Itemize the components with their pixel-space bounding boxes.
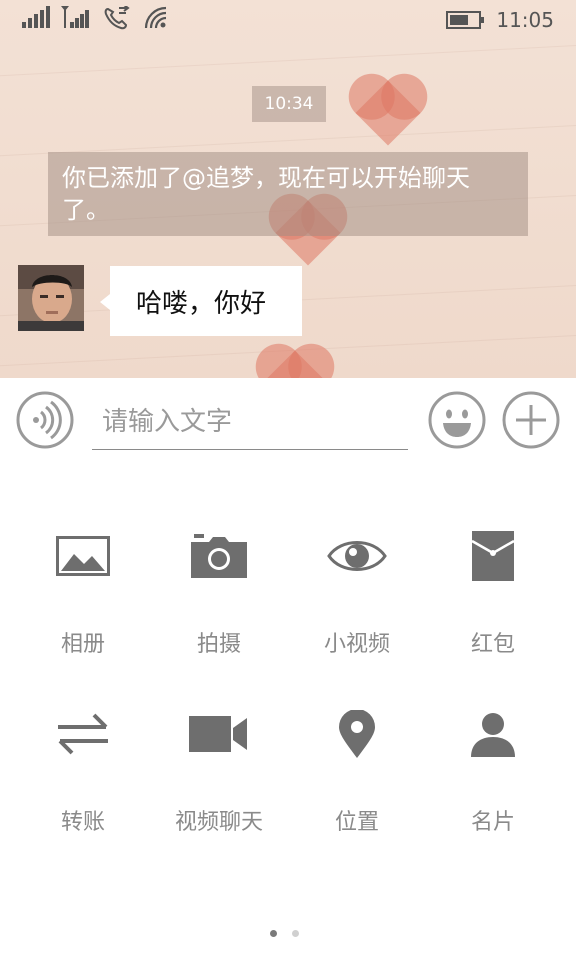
voice-input-icon[interactable] xyxy=(16,391,74,449)
clock: 11:05 xyxy=(496,8,554,32)
avatar-photo xyxy=(18,265,84,331)
transfer-button[interactable]: 转账 xyxy=(14,672,152,835)
message-input[interactable] xyxy=(92,394,408,450)
transfer-label: 转账 xyxy=(60,810,105,835)
short-video-button[interactable]: 小视频 xyxy=(288,494,426,657)
heart-decoration xyxy=(262,350,328,378)
red-packet-icon xyxy=(472,531,514,581)
incoming-message-bubble[interactable]: 哈喽，你好 xyxy=(100,266,302,336)
album-label: 相册 xyxy=(60,632,105,657)
message-text: 哈喽，你好 xyxy=(136,288,267,319)
message-timestamp: 10:34 xyxy=(252,86,326,122)
call-forward-icon xyxy=(104,6,130,30)
album-button[interactable]: 相册 xyxy=(14,494,152,657)
camera-button[interactable]: 拍摄 xyxy=(150,494,288,657)
page-dot-active[interactable] xyxy=(270,930,277,937)
more-panel: 相册 拍摄 小视频 红包 转账 视频聊天 位置 名片 xyxy=(0,468,576,960)
location-label: 位置 xyxy=(334,810,379,835)
wifi-icon xyxy=(144,6,167,29)
system-message: 你已添加了@追梦，现在可以开始聊天了。 xyxy=(48,152,528,236)
location-button[interactable]: 位置 xyxy=(288,672,426,835)
video-call-button[interactable]: 视频聊天 xyxy=(150,672,288,835)
video-call-label: 视频聊天 xyxy=(174,810,263,835)
contact-card-icon xyxy=(471,713,515,757)
video-camera-icon xyxy=(189,716,247,752)
camera-icon xyxy=(191,534,247,578)
plus-icon[interactable] xyxy=(502,391,560,449)
red-packet-button[interactable]: 红包 xyxy=(424,494,562,657)
eye-icon xyxy=(327,541,387,571)
emoji-icon[interactable] xyxy=(428,391,486,449)
input-bar xyxy=(0,378,576,468)
avatar[interactable] xyxy=(18,265,84,331)
location-pin-icon xyxy=(339,710,375,758)
signal-icon xyxy=(22,6,50,28)
page-dot[interactable] xyxy=(292,930,299,937)
status-bar: 11:05 xyxy=(0,0,576,40)
red-packet-label: 红包 xyxy=(470,632,515,657)
short-video-label: 小视频 xyxy=(323,632,390,657)
contact-card-button[interactable]: 名片 xyxy=(424,672,562,835)
contact-card-label: 名片 xyxy=(470,810,515,835)
signal-2-icon xyxy=(61,6,89,28)
battery-icon xyxy=(446,11,484,29)
camera-label: 拍摄 xyxy=(196,632,241,657)
transfer-icon xyxy=(58,713,108,755)
album-icon xyxy=(56,536,110,576)
